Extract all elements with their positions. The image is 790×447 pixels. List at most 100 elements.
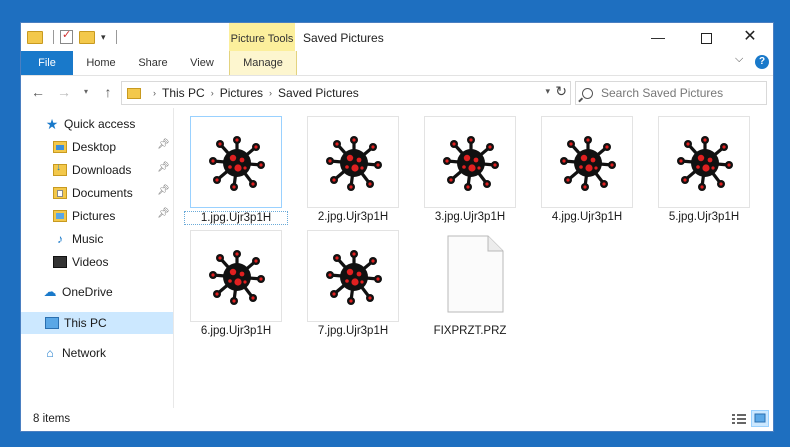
- nav-label: Downloads: [72, 163, 132, 177]
- file-thumbnail: [424, 116, 516, 208]
- documents-folder-icon: [53, 187, 67, 199]
- file-name: FIXPRZT.PRZ: [433, 325, 507, 337]
- nav-label: Quick access: [64, 117, 136, 131]
- search-icon: [582, 87, 593, 99]
- nav-label: OneDrive: [62, 285, 113, 299]
- search-placeholder: Search Saved Pictures: [601, 86, 724, 100]
- address-history-chevron-icon[interactable]: ▾: [545, 86, 550, 97]
- nav-quick-access[interactable]: ★ Quick access: [21, 113, 197, 135]
- tab-home[interactable]: Home: [81, 51, 121, 75]
- forward-arrow-icon[interactable]: →: [55, 83, 73, 101]
- tab-share[interactable]: Share: [133, 51, 173, 75]
- file-list: 1.jpg.Ujr3p1H 2.jpg.Ujr3p1H 3.jpg.Ujr3p1…: [174, 108, 773, 408]
- pin-icon[interactable]: 📌︎: [157, 139, 170, 150]
- window-title: Saved Pictures: [303, 31, 384, 45]
- star-icon: ★: [45, 116, 59, 132]
- file-thumbnail: [307, 116, 399, 208]
- downloads-folder-icon: [53, 162, 67, 176]
- new-folder-icon[interactable]: [79, 30, 95, 44]
- computer-icon: [45, 317, 59, 329]
- file-name: 6.jpg.Ujr3p1H: [200, 325, 272, 337]
- file-tile[interactable]: 7.jpg.Ujr3p1H: [307, 230, 399, 346]
- file-name: 7.jpg.Ujr3p1H: [317, 325, 389, 337]
- title-bar: ▾ Picture Tools Saved Pictures — ✕: [21, 23, 773, 51]
- pin-icon[interactable]: 📌︎: [157, 208, 170, 219]
- minimize-button[interactable]: —: [635, 25, 681, 49]
- close-button[interactable]: ✕: [727, 25, 773, 49]
- virus-icon: [560, 135, 616, 191]
- details-view-icon[interactable]: [731, 412, 747, 426]
- large-icons-view-icon[interactable]: [751, 410, 769, 427]
- file-tile[interactable]: 5.jpg.Ujr3p1H: [658, 116, 750, 232]
- pin-icon[interactable]: 📌︎: [157, 162, 170, 173]
- file-tile[interactable]: 4.jpg.Ujr3p1H: [541, 116, 633, 232]
- nav-label: Music: [72, 232, 104, 246]
- desktop-folder-icon: [53, 141, 67, 153]
- virus-icon: [677, 135, 733, 191]
- virus-icon: [209, 135, 265, 191]
- virus-icon: [443, 135, 499, 191]
- nav-label: Pictures: [72, 209, 116, 223]
- recent-locations-chevron-icon[interactable]: ▾: [77, 83, 95, 101]
- file-thumbnail: [541, 116, 633, 208]
- file-name: 2.jpg.Ujr3p1H: [317, 211, 389, 223]
- navigation-pane: ★ Quick access Desktop 📌︎ Downloads 📌︎ D…: [21, 108, 197, 408]
- nav-label: Videos: [72, 255, 109, 269]
- nav-item-onedrive[interactable]: ☁ OneDrive: [21, 281, 195, 303]
- file-tile[interactable]: 1.jpg.Ujr3p1H: [184, 116, 288, 232]
- breadcrumb-separator-icon[interactable]: ›: [269, 88, 272, 98]
- music-icon: ♪: [57, 232, 63, 246]
- up-arrow-icon[interactable]: ↑: [99, 83, 117, 101]
- breadcrumb-saved-pictures[interactable]: Saved Pictures: [278, 86, 359, 100]
- refresh-icon[interactable]: ↻: [555, 83, 567, 100]
- help-icon[interactable]: ?: [755, 55, 769, 69]
- picture-tools-header: Picture Tools: [229, 23, 295, 51]
- tab-file[interactable]: File: [21, 51, 73, 75]
- maximize-button[interactable]: [683, 25, 729, 49]
- cloud-icon: ☁: [43, 284, 57, 299]
- breadcrumb-pictures[interactable]: Pictures: [220, 86, 263, 100]
- file-tile[interactable]: 2.jpg.Ujr3p1H: [307, 116, 399, 232]
- nav-label: Documents: [72, 186, 133, 200]
- file-name: 1.jpg.Ujr3p1H: [184, 211, 288, 225]
- address-row: ← → ▾ ↑ › This PC › Pictures › Saved Pic…: [21, 76, 773, 108]
- status-bar: 8 items: [21, 408, 773, 431]
- file-tile[interactable]: FIXPRZT.PRZ: [424, 230, 516, 346]
- file-thumbnail: [658, 116, 750, 208]
- breadcrumb-separator-icon[interactable]: ›: [211, 88, 214, 98]
- document-icon: [447, 235, 504, 313]
- file-name: 3.jpg.Ujr3p1H: [434, 211, 506, 223]
- file-tile[interactable]: 3.jpg.Ujr3p1H: [424, 116, 516, 232]
- nav-item-this-pc[interactable]: This PC: [21, 312, 197, 334]
- tab-view[interactable]: View: [186, 51, 218, 75]
- item-count: 8 items: [33, 413, 71, 425]
- pin-icon[interactable]: 📌︎: [157, 185, 170, 196]
- breadcrumb-this-pc[interactable]: This PC: [162, 86, 205, 100]
- folder-icon: [27, 30, 43, 44]
- back-arrow-icon[interactable]: ←: [29, 83, 47, 101]
- ribbon: File Home Share View Manage ⌵ ?: [21, 51, 773, 76]
- toolbar-divider: [53, 30, 54, 44]
- expand-ribbon-chevron-icon[interactable]: ⌵: [735, 53, 743, 66]
- virus-icon: [326, 135, 382, 191]
- explorer-window: ▾ Picture Tools Saved Pictures — ✕ File …: [20, 22, 774, 432]
- folder-icon: [127, 87, 141, 99]
- file-tile[interactable]: 6.jpg.Ujr3p1H: [190, 230, 282, 346]
- search-input[interactable]: Search Saved Pictures: [575, 81, 767, 105]
- nav-label: This PC: [64, 316, 107, 330]
- tab-manage[interactable]: Manage: [229, 51, 297, 75]
- virus-icon: [209, 249, 265, 305]
- customize-toolbar-chevron-icon[interactable]: ▾: [101, 32, 106, 43]
- videos-icon: [53, 256, 67, 268]
- address-bar[interactable]: › This PC › Pictures › Saved Pictures ▾ …: [121, 81, 571, 105]
- properties-icon[interactable]: [60, 28, 73, 44]
- file-thumbnail: [190, 116, 282, 208]
- quick-access-toolbar: ▾: [27, 28, 117, 44]
- network-icon: ⌂: [46, 346, 54, 360]
- nav-item-network[interactable]: ⌂ Network: [21, 342, 195, 364]
- file-thumbnail: [190, 230, 282, 322]
- breadcrumb-separator-icon[interactable]: ›: [153, 88, 156, 98]
- toolbar-divider: [115, 30, 117, 44]
- file-name: 5.jpg.Ujr3p1H: [668, 211, 740, 223]
- file-thumbnail: [307, 230, 399, 322]
